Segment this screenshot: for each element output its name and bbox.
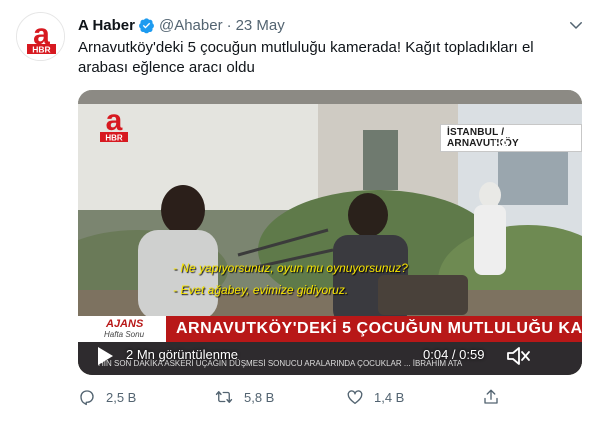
- play-icon: [98, 347, 113, 365]
- tweet-date[interactable]: 23 May: [236, 17, 285, 34]
- retweet-button[interactable]: 5,8 B: [214, 385, 274, 409]
- tweet-card[interactable]: a HBR A Haber @Ahaber · 23 May Arnavutkö…: [0, 0, 605, 421]
- volume-muted-icon: [507, 347, 530, 365]
- retweet-icon: [215, 391, 233, 403]
- like-button[interactable]: 1,4 B: [346, 385, 404, 409]
- view-count: 2 Mn görüntülenme: [126, 347, 239, 362]
- video-headline: ARNAVUTKÖY'DEKİ 5 ÇOCUĞUN MUTLULUĞU KAME…: [176, 320, 582, 337]
- separator-dot: ·: [226, 16, 232, 34]
- location-label: İSTANBUL / ARNAVUTKÖY: [440, 124, 582, 152]
- like-count: 1,4 B: [374, 389, 405, 405]
- channel-logo-sub: HBR: [105, 134, 123, 143]
- author-handle[interactable]: @Ahaber: [159, 17, 223, 34]
- more-options-button[interactable]: [565, 14, 587, 36]
- author-name[interactable]: A Haber: [78, 17, 135, 34]
- share-icon: [484, 389, 498, 404]
- tweet-text: Arnavutköy'deki 5 çocuğun mutluluğu kame…: [78, 39, 534, 76]
- avatar[interactable]: a HBR: [16, 12, 65, 61]
- tweet-actions: 2,5 B 5,8 B 1,4 B: [78, 385, 518, 409]
- retweet-count: 5,8 B: [244, 389, 275, 405]
- ahaber-logo-icon: a HBR: [17, 13, 64, 60]
- reply-button[interactable]: 2,5 B: [78, 385, 136, 409]
- reply-count: 2,5 B: [106, 389, 137, 405]
- mute-button[interactable]: [506, 344, 532, 373]
- heart-icon: [347, 390, 363, 405]
- playback-time: 0:04 / 0:59: [423, 347, 485, 362]
- program-brand: AJANS: [106, 318, 144, 330]
- chevron-down-icon: [570, 22, 582, 29]
- play-button[interactable]: [96, 346, 114, 371]
- verified-badge-icon: [138, 17, 155, 34]
- reply-icon: [80, 390, 94, 406]
- avatar-logo-sub: HBR: [32, 45, 50, 55]
- share-button[interactable]: [482, 385, 510, 409]
- video-controls: 2 Mn görüntülenme 0:04 / 0:59: [78, 338, 582, 375]
- tweet-header: A Haber @Ahaber · 23 May: [78, 14, 565, 36]
- subtitle-line-2: - Evet ağabey, evimize gidiyoruz.: [173, 283, 349, 297]
- subtitle-line-1: - Ne yapıyorsunuz, oyun mu oynuyorsunuz?: [173, 261, 408, 275]
- channel-logo-icon: a HBR: [100, 104, 128, 143]
- live-label: HA: [493, 138, 509, 150]
- video-player[interactable]: a HBR İSTANBUL / ARNAVUTKÖY HA - Ne yapı…: [78, 90, 582, 375]
